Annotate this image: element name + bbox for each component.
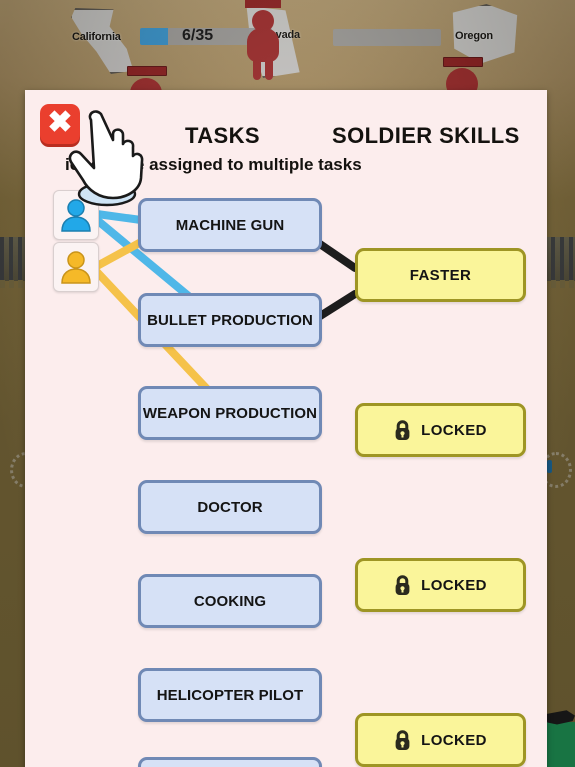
task-label: WEAPON PRODUCTION [142, 404, 318, 422]
task-bullet-production[interactable]: BULLET PRODUCTION [138, 293, 322, 347]
task-label [141, 760, 319, 767]
lock-icon [395, 419, 410, 440]
tasks-column-title: TASKS [185, 123, 260, 148]
person-icon [61, 199, 91, 232]
task-cooking[interactable]: COOKING [138, 574, 322, 628]
game-screen: California Nevada Oregon 6/35 [0, 0, 575, 767]
task-machine-gun[interactable]: MACHINE GUN [138, 198, 322, 252]
task-doctor[interactable]: DOCTOR [138, 480, 322, 534]
skill-label: LOCKED [421, 576, 487, 594]
task-label: BULLET PRODUCTION [147, 311, 313, 329]
task-label: MACHINE GUN [175, 216, 285, 234]
task-label: COOKING [193, 592, 267, 610]
skill-faster[interactable]: FASTER [355, 248, 526, 302]
task-helicopter-pilot[interactable]: HELICOPTER PILOT [138, 668, 322, 722]
skill-locked-3[interactable]: LOCKED [355, 713, 526, 767]
task-label: HELICOPTER PILOT [156, 686, 304, 704]
panel-subtitle: ier can be assigned to multiple tasks [65, 155, 362, 174]
lock-icon [395, 574, 410, 595]
skill-locked-1[interactable]: LOCKED [355, 403, 526, 457]
skill-label: FASTER [409, 266, 472, 284]
task-next-partial[interactable] [138, 757, 322, 767]
skills-column-title: SOLDIER SKILLS [332, 123, 520, 148]
soldier-avatar-yellow[interactable] [53, 242, 99, 292]
task-weapon-production[interactable]: WEAPON PRODUCTION [138, 386, 322, 440]
soldier-avatar-blue[interactable] [53, 190, 99, 240]
person-icon [61, 251, 91, 284]
close-icon: ✖ [47, 106, 73, 139]
skill-label: LOCKED [421, 731, 487, 749]
lock-icon [395, 729, 410, 750]
skill-label: LOCKED [421, 421, 487, 439]
tasks-skills-panel: ✖ TASKS SOLDIER SKILLS ier can be assign… [25, 90, 547, 767]
close-button[interactable]: ✖ [40, 104, 80, 144]
task-label: DOCTOR [197, 498, 263, 516]
skill-locked-2[interactable]: LOCKED [355, 558, 526, 612]
